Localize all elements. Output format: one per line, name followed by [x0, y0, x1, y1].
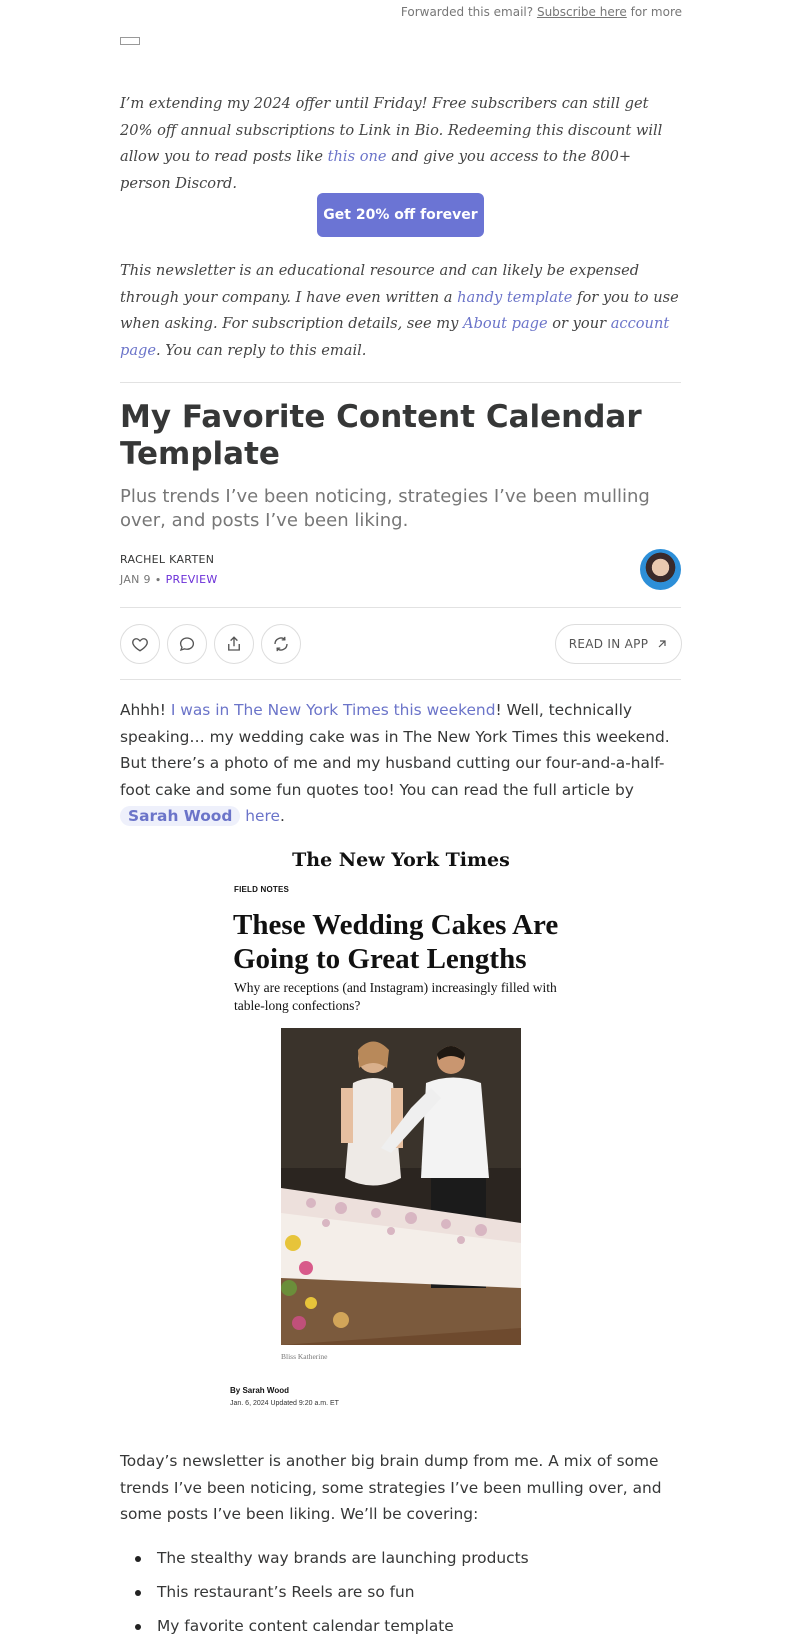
post-subtitle: Plus trends I’ve been noticing, strategi… — [120, 486, 650, 531]
forward-suffix: for more — [630, 5, 682, 19]
share-icon — [228, 636, 240, 651]
nyt-byline: By Sarah Wood — [230, 1386, 289, 1395]
photo-credit: Bliss Katherine — [281, 1352, 328, 1361]
outro-text-3: or your — [547, 315, 611, 332]
restack-icon — [274, 636, 288, 652]
post-date: JAN 9 — [120, 573, 151, 586]
body-paragraph-1: Ahhh! I was in The New York Times this w… — [120, 697, 680, 830]
this-one-link[interactable]: this one — [328, 148, 387, 165]
newsletter-info-text: This newsletter is an educational resour… — [120, 258, 680, 364]
read-in-app-button[interactable]: READ IN APP — [555, 624, 682, 664]
body-paragraph-2: Today’s newsletter is another big brain … — [120, 1452, 662, 1523]
arrow-up-right-icon — [658, 640, 666, 648]
nyt-dateline: Jan. 6, 2024 Updated 9:20 a.m. ET — [230, 1400, 339, 1407]
sarah-wood-mention[interactable]: Sarah Wood — [120, 806, 241, 826]
share-button[interactable] — [214, 624, 254, 664]
restack-button[interactable] — [261, 624, 301, 664]
handy-template-link[interactable]: handy template — [457, 289, 572, 306]
nyt-article-image[interactable]: The New York Times FIELD NOTES These Wed… — [220, 840, 582, 1412]
nyt-weekend-link[interactable]: I was in The New York Times this weekend — [171, 701, 496, 719]
divider — [120, 607, 681, 608]
nyt-headline: These Wedding Cakes Are Going to Great L… — [233, 909, 559, 975]
p1-text-1: Ahhh! — [120, 701, 171, 719]
divider — [120, 679, 681, 680]
p1-text-4: . — [279, 807, 285, 825]
broken-image-placeholder — [120, 37, 140, 45]
read-in-app-label: READ IN APP — [568, 637, 649, 651]
intro-offer-text: I’m extending my 2024 offer until Friday… — [120, 91, 680, 197]
comment-icon — [179, 637, 195, 652]
post-meta: JAN 9 ∙ PREVIEW — [120, 573, 218, 586]
list-item: This restaurant’s Reels are so fun — [120, 1579, 680, 1613]
topics-list: The stealthy way brands are launching pr… — [120, 1545, 680, 1647]
divider — [120, 382, 681, 383]
list-item: The stealthy way brands are launching pr… — [120, 1545, 680, 1579]
comment-button[interactable] — [167, 624, 207, 664]
like-button[interactable] — [120, 624, 160, 664]
nyt-masthead: The New York Times — [292, 849, 510, 871]
outro-text-4: . You can reply to this email. — [156, 341, 367, 359]
heart-icon — [132, 638, 148, 652]
get-discount-button[interactable]: Get 20% off forever — [317, 193, 484, 237]
forward-notice: Forwarded this email? Subscribe here for… — [401, 5, 682, 19]
about-page-link[interactable]: About page — [463, 315, 548, 332]
preview-label: PREVIEW — [165, 573, 218, 586]
nyt-kicker: FIELD NOTES — [234, 885, 290, 894]
wedding-cake-photo — [281, 1028, 521, 1345]
nyt-dek: Why are receptions (and Instagram) incre… — [234, 980, 557, 1013]
here-link[interactable]: here — [245, 807, 280, 825]
subscribe-link[interactable]: Subscribe here — [537, 5, 627, 19]
list-item: My favorite content calendar template — [120, 1613, 680, 1647]
meta-separator: ∙ — [154, 573, 162, 586]
author-avatar[interactable] — [640, 549, 681, 590]
post-title[interactable]: My Favorite Content Calendar Template — [120, 399, 680, 473]
forward-prefix: Forwarded this email? — [400, 5, 534, 19]
author-name[interactable]: RACHEL KARTEN — [120, 553, 214, 566]
